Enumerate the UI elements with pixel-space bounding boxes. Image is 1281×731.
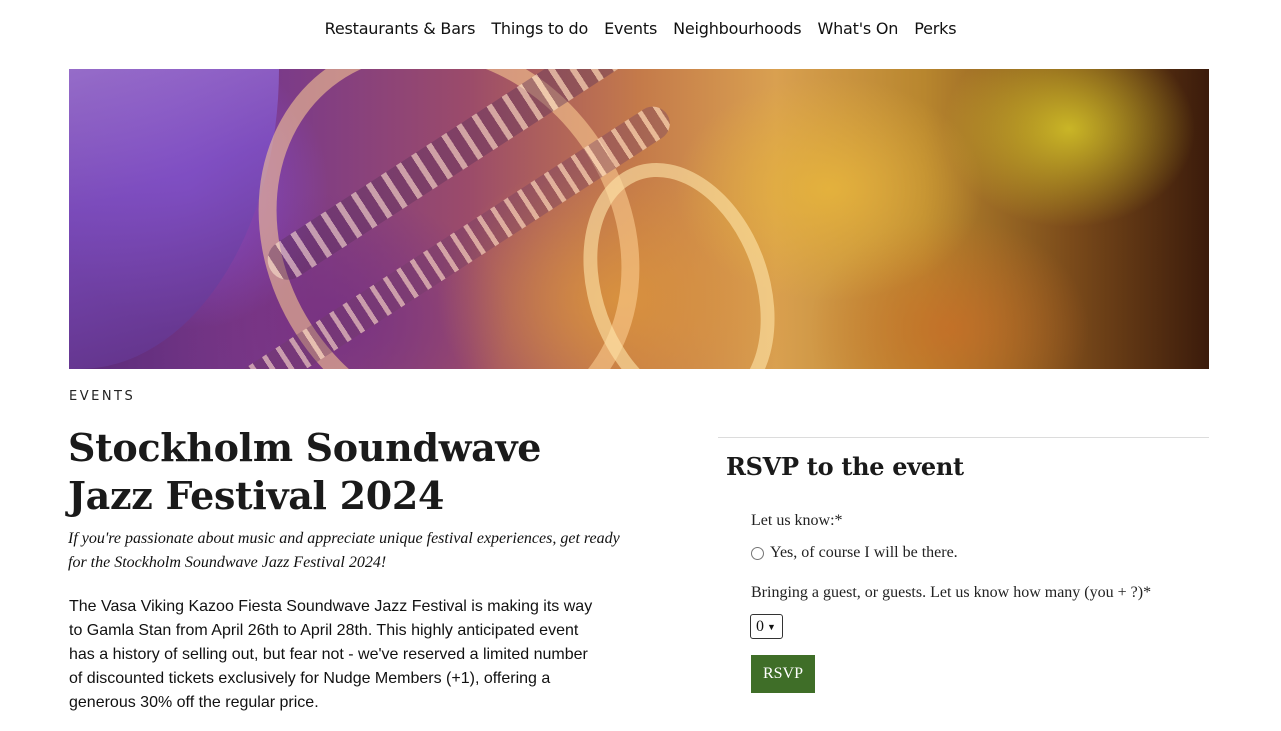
rsvp-submit-button[interactable]: RSVP [751, 655, 815, 693]
hero-image [69, 69, 1209, 369]
rsvp-panel: RSVP to the event Let us know:* Yes, of … [718, 437, 1209, 731]
hero-shirt-shape [69, 69, 279, 369]
chevron-down-icon: ▼ [767, 621, 776, 632]
let-us-know-label: Let us know:* [751, 512, 843, 529]
guests-label: Bringing a guest, or guests. Let us know… [751, 584, 1152, 601]
attend-option[interactable]: Yes, of course I will be there. [751, 544, 958, 562]
category-label: EVENTS [69, 389, 136, 404]
attend-option-label: Yes, of course I will be there. [770, 544, 958, 561]
article-subtitle: If you're passionate about music and app… [68, 530, 620, 571]
article-body: The Vasa Viking Kazoo Fiesta Soundwave J… [69, 598, 593, 711]
page-title: Stockholm Soundwave Jazz Festival 2024 [68, 425, 542, 518]
guests-select-value: 0 [756, 617, 764, 635]
nav-whats-on[interactable]: What's On [817, 19, 898, 38]
nav-perks[interactable]: Perks [914, 19, 956, 38]
rsvp-heading: RSVP to the event [726, 452, 964, 481]
nav-things-to-do[interactable]: Things to do [491, 19, 588, 38]
attend-radio[interactable] [751, 546, 764, 560]
nav-neighbourhoods[interactable]: Neighbourhoods [673, 19, 802, 38]
nav-restaurants-bars[interactable]: Restaurants & Bars [325, 19, 476, 38]
nav-events[interactable]: Events [604, 19, 657, 38]
guests-select[interactable]: 0 ▼ [750, 614, 783, 639]
top-navigation: Restaurants & Bars Things to do Events N… [0, 0, 1281, 56]
